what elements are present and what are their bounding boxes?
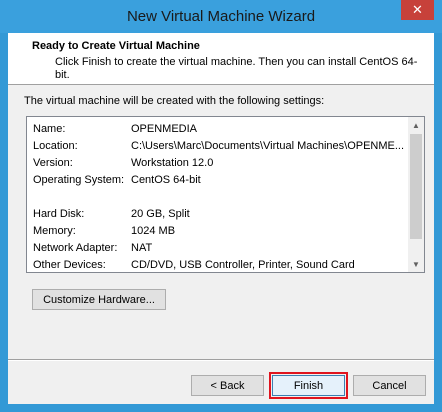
setting-key: Network Adapter: [33, 242, 118, 254]
wizard-header: Ready to Create Virtual Machine Click Fi… [8, 33, 434, 85]
setting-value: NAT [131, 242, 153, 254]
customize-hardware-button[interactable]: Customize Hardware... [32, 289, 166, 310]
setting-key: Name: [33, 123, 66, 135]
setting-key: Memory: [33, 225, 76, 237]
chevron-up-icon: ▲ [412, 120, 420, 130]
setting-value: C:\Users\Marc\Documents\Virtual Machines… [131, 140, 405, 152]
setting-row-memory: Memory: 1024 MB [27, 224, 408, 240]
scrollbar-thumb[interactable] [410, 134, 422, 239]
setting-row-network: Network Adapter: NAT [27, 241, 408, 257]
back-button[interactable]: < Back [191, 375, 264, 396]
chevron-down-icon: ▼ [412, 259, 420, 269]
footer-divider-highlight [8, 360, 434, 361]
settings-label: The virtual machine will be created with… [24, 95, 325, 107]
setting-key: Version: [33, 157, 73, 169]
page-title: Ready to Create Virtual Machine [32, 40, 200, 52]
close-button[interactable]: ✕ [401, 0, 434, 20]
setting-row-name: Name: OPENMEDIA [27, 122, 408, 138]
setting-value: CentOS 64-bit [131, 174, 201, 186]
setting-value: OPENMEDIA [131, 123, 198, 135]
close-icon: ✕ [412, 2, 423, 17]
setting-row-blank [27, 190, 408, 206]
cancel-button[interactable]: Cancel [353, 375, 426, 396]
setting-row-version: Version: Workstation 12.0 [27, 156, 408, 172]
page-subtitle: Click Finish to create the virtual machi… [55, 56, 418, 81]
scroll-up-button[interactable]: ▲ [408, 117, 424, 133]
title-bar[interactable]: New Virtual Machine Wizard ✕ [0, 0, 442, 33]
setting-value: 1024 MB [131, 225, 176, 237]
window-title: New Virtual Machine Wizard [126, 8, 316, 25]
setting-row-location: Location: C:\Users\Marc\Documents\Virtua… [27, 139, 408, 155]
setting-key: Hard Disk: [33, 208, 85, 220]
setting-value: CD/DVD, USB Controller, Printer, Sound C… [131, 259, 355, 271]
wizard-content: Ready to Create Virtual Machine Click Fi… [8, 33, 434, 404]
setting-row-hard-disk: Hard Disk: 20 GB, Split [27, 207, 408, 223]
setting-key: Operating System: [33, 174, 125, 186]
finish-button[interactable]: Finish [272, 375, 345, 396]
setting-value: Workstation 12.0 [131, 157, 214, 169]
settings-summary-box[interactable]: Name: OPENMEDIA Location: C:\Users\Marc\… [26, 116, 425, 273]
setting-key: Location: [33, 140, 78, 152]
vertical-scrollbar[interactable]: ▲ ▼ [408, 117, 424, 272]
setting-row-os: Operating System: CentOS 64-bit [27, 173, 408, 189]
setting-key: Other Devices: [33, 259, 106, 271]
setting-value: 20 GB, Split [131, 208, 190, 220]
settings-list: Name: OPENMEDIA Location: C:\Users\Marc\… [27, 117, 408, 272]
setting-row-other-devices: Other Devices: CD/DVD, USB Controller, P… [27, 258, 408, 272]
wizard-window: New Virtual Machine Wizard ✕ Ready to Cr… [0, 0, 442, 412]
scroll-down-button[interactable]: ▼ [408, 256, 424, 272]
